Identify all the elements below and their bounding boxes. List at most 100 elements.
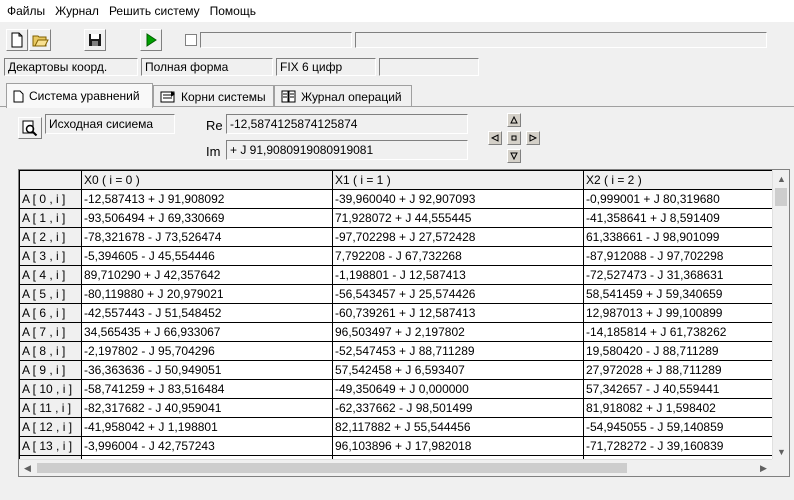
matrix-cell[interactable]: -41,358641 + J 8,591409 (583, 208, 779, 228)
status-extra (379, 58, 479, 76)
scroll-down-icon[interactable]: ▼ (773, 443, 789, 460)
matrix-cell[interactable]: -60,739261 + J 12,587413 (332, 303, 584, 323)
nav-up-button[interactable] (507, 113, 521, 127)
matrix-cell[interactable]: 89,710290 + J 42,357642 (81, 265, 333, 285)
scroll-left-icon[interactable]: ◀ (19, 460, 36, 476)
nav-left-button[interactable] (488, 131, 502, 145)
matrix-cell[interactable]: 57,342657 - J 40,559441 (583, 379, 779, 399)
menu-files[interactable]: Файлы (2, 0, 50, 22)
row-header[interactable]: A [ 2 , i ] (19, 227, 82, 247)
menu-bar: Файлы Журнал Решить систему Помощь (0, 0, 794, 22)
matrix-cell[interactable]: 61,338661 - J 98,901099 (583, 227, 779, 247)
matrix-cell[interactable]: -54,945055 - J 59,140859 (583, 417, 779, 437)
row-header[interactable]: A [ 3 , i ] (19, 246, 82, 266)
tab-equation-system[interactable]: Система уравнений (6, 83, 153, 108)
horizontal-scrollbar[interactable]: ◀ ▶ (19, 459, 772, 476)
matrix-cell[interactable]: -71,728272 - J 39,160839 (583, 436, 779, 456)
arrow-left-icon (491, 134, 499, 142)
horizontal-scroll-thumb[interactable] (37, 463, 627, 473)
run-button[interactable] (140, 29, 162, 51)
matrix-cell[interactable]: -58,741259 + J 83,516484 (81, 379, 333, 399)
table-row: A [ 12 , i ] -41,958042 + J 1,198801 82,11… (19, 417, 779, 437)
row-header[interactable]: A [ 13 , i ] (19, 436, 82, 456)
row-header[interactable]: A [ 6 , i ] (19, 303, 82, 323)
column-header[interactable]: X2 ( i = 2 ) (583, 170, 779, 190)
table-row: A [ 6 , i ] -42,557443 - J 51,548452 -60,7… (19, 303, 779, 323)
table-row: A [ 0 , i ] -12,587413 + J 91,908092 -39,9… (19, 189, 779, 209)
scroll-right-icon[interactable]: ▶ (755, 460, 772, 476)
matrix-cell[interactable]: 58,541459 + J 59,340659 (583, 284, 779, 304)
nav-right-button[interactable] (526, 131, 540, 145)
menu-solve-system[interactable]: Решить систему (104, 0, 205, 22)
matrix-cell[interactable]: -80,119880 + J 20,979021 (81, 284, 333, 304)
matrix-cell[interactable]: 34,565435 + J 66,933067 (81, 322, 333, 342)
matrix-cell[interactable]: 71,928072 + J 44,555445 (332, 208, 584, 228)
tab-bar: Система уравнений Корни системы Журнал о… (0, 83, 794, 108)
re-value-field[interactable]: -12,5874125874125874 (226, 114, 468, 134)
matrix-cell[interactable]: -93,506494 + J 69,330669 (81, 208, 333, 228)
matrix-cell[interactable]: 96,103896 + J 17,982018 (332, 436, 584, 456)
scroll-up-icon[interactable]: ▲ (773, 170, 789, 187)
nav-down-button[interactable] (507, 149, 521, 163)
inspect-button[interactable] (18, 117, 42, 139)
row-header[interactable]: A [ 5 , i ] (19, 284, 82, 304)
matrix-cell[interactable]: 57,542458 + J 6,593407 (332, 360, 584, 380)
new-file-button[interactable] (6, 29, 28, 51)
tab-label: Система уравнений (29, 89, 140, 103)
matrix-cell[interactable]: 7,792208 - J 67,732268 (332, 246, 584, 266)
row-header[interactable]: A [ 1 , i ] (19, 208, 82, 228)
matrix-cell[interactable]: -0,999001 + J 80,319680 (583, 189, 779, 209)
menu-help[interactable]: Помощь (205, 0, 261, 22)
matrix-cell[interactable]: -12,587413 + J 91,908092 (81, 189, 333, 209)
menu-journal[interactable]: Журнал (50, 0, 104, 22)
matrix-cell[interactable]: 82,117882 + J 55,544456 (332, 417, 584, 437)
matrix-cell[interactable]: -97,702298 + J 27,572428 (332, 227, 584, 247)
im-value-field[interactable]: + J 91,9080919080919081 (226, 140, 468, 160)
row-header[interactable]: A [ 0 , i ] (19, 189, 82, 209)
matrix-cell[interactable]: -56,543457 + J 25,574426 (332, 284, 584, 304)
matrix-cell[interactable]: 81,918082 + J 1,598402 (583, 398, 779, 418)
matrix-cell[interactable]: 27,972028 + J 88,711289 (583, 360, 779, 380)
matrix-cell[interactable]: -39,960040 + J 92,907093 (332, 189, 584, 209)
matrix-cell[interactable]: -3,996004 - J 42,757243 (81, 436, 333, 456)
matrix-cell[interactable]: -87,912088 - J 97,702298 (583, 246, 779, 266)
matrix-cell[interactable]: -82,317682 - J 40,959041 (81, 398, 333, 418)
corner-cell (19, 170, 82, 190)
matrix-cell[interactable]: -2,197802 - J 95,704296 (81, 341, 333, 361)
vertical-scroll-thumb[interactable] (775, 188, 787, 206)
row-header[interactable]: A [ 12 , i ] (19, 417, 82, 437)
matrix-cell[interactable]: -42,557443 - J 51,548452 (81, 303, 333, 323)
open-file-button[interactable] (29, 29, 51, 51)
matrix-cell[interactable]: -14,185814 + J 61,738262 (583, 322, 779, 342)
table-row: A [ 9 , i ] -36,363636 - J 50,949051 57,54… (19, 360, 779, 380)
tab-system-roots[interactable]: Корни системы (153, 85, 274, 107)
arrow-up-icon (510, 116, 518, 124)
matrix-cell[interactable]: 96,503497 + J 2,197802 (332, 322, 584, 342)
column-header[interactable]: X0 ( i = 0 ) (81, 170, 333, 190)
matrix-cell[interactable]: -49,350649 + J 0,000000 (332, 379, 584, 399)
matrix-cell[interactable]: 19,580420 - J 88,711289 (583, 341, 779, 361)
matrix-cell[interactable]: 12,987013 + J 99,100899 (583, 303, 779, 323)
matrix-cell[interactable]: -36,363636 - J 50,949051 (81, 360, 333, 380)
row-header[interactable]: A [ 7 , i ] (19, 322, 82, 342)
table-row: A [ 3 , i ] -5,394605 - J 45,554446 7,7922… (19, 246, 779, 266)
matrix-cell[interactable]: -5,394605 - J 45,554446 (81, 246, 333, 266)
matrix-cell[interactable]: -72,527473 - J 31,368631 (583, 265, 779, 285)
row-header[interactable]: A [ 8 , i ] (19, 341, 82, 361)
row-header[interactable]: A [ 10 , i ] (19, 379, 82, 399)
matrix-cell[interactable]: -1,198801 - J 12,587413 (332, 265, 584, 285)
scroll-corner (772, 459, 789, 476)
row-header[interactable]: A [ 9 , i ] (19, 360, 82, 380)
nav-center-button[interactable] (507, 131, 521, 145)
column-header[interactable]: X1 ( i = 1 ) (332, 170, 584, 190)
matrix-cell[interactable]: -41,958042 + J 1,198801 (81, 417, 333, 437)
matrix-cell[interactable]: -78,321678 - J 73,526474 (81, 227, 333, 247)
tab-operations-log[interactable]: Журнал операций (274, 85, 412, 107)
vertical-scrollbar[interactable]: ▲ ▼ (772, 170, 789, 460)
save-button[interactable] (84, 29, 106, 51)
row-header[interactable]: A [ 4 , i ] (19, 265, 82, 285)
matrix-cell[interactable]: -52,547453 + J 88,711289 (332, 341, 584, 361)
matrix-cell[interactable]: -62,337662 - J 98,501499 (332, 398, 584, 418)
row-header[interactable]: A [ 11 , i ] (19, 398, 82, 418)
progress-checkbox[interactable] (185, 34, 197, 46)
